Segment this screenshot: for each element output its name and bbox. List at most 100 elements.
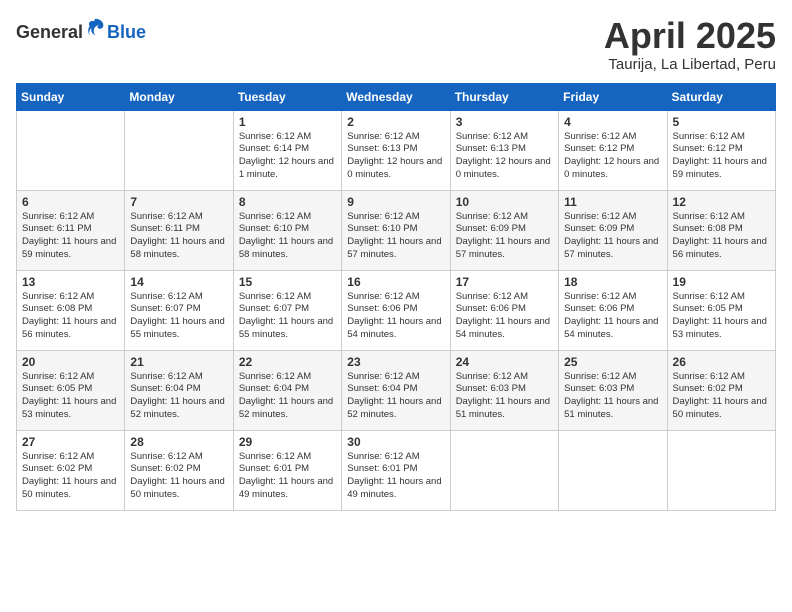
calendar-cell: 12 Sunrise: 6:12 AM Sunset: 6:08 PM Dayli…	[667, 190, 775, 270]
calendar-cell	[17, 110, 125, 190]
day-info: Sunrise: 6:12 AM Sunset: 6:02 PM Dayligh…	[130, 451, 227, 502]
calendar-cell: 13 Sunrise: 6:12 AM Sunset: 6:08 PM Dayli…	[17, 270, 125, 350]
day-number: 22	[239, 355, 336, 369]
calendar-body: 1 Sunrise: 6:12 AM Sunset: 6:14 PM Daylig…	[17, 110, 776, 510]
day-info: Sunrise: 6:12 AM Sunset: 6:01 PM Dayligh…	[239, 451, 336, 502]
day-number: 20	[22, 355, 119, 369]
day-info: Sunrise: 6:12 AM Sunset: 6:14 PM Dayligh…	[239, 131, 336, 182]
calendar-cell: 3 Sunrise: 6:12 AM Sunset: 6:13 PM Daylig…	[450, 110, 558, 190]
day-info: Sunrise: 6:12 AM Sunset: 6:09 PM Dayligh…	[456, 211, 553, 262]
day-info: Sunrise: 6:12 AM Sunset: 6:10 PM Dayligh…	[239, 211, 336, 262]
day-info: Sunrise: 6:12 AM Sunset: 6:08 PM Dayligh…	[673, 211, 770, 262]
calendar-cell	[125, 110, 233, 190]
calendar-cell: 30 Sunrise: 6:12 AM Sunset: 6:01 PM Dayli…	[342, 430, 450, 510]
page-header: General Blue April 2025 Taurija, La Liber…	[16, 16, 776, 73]
day-number: 3	[456, 115, 553, 129]
day-info: Sunrise: 6:12 AM Sunset: 6:06 PM Dayligh…	[456, 291, 553, 342]
weekday-header-wednesday: Wednesday	[342, 83, 450, 110]
calendar-cell: 29 Sunrise: 6:12 AM Sunset: 6:01 PM Dayli…	[233, 430, 341, 510]
weekday-header-row: SundayMondayTuesdayWednesdayThursdayFrid…	[17, 83, 776, 110]
weekday-header-thursday: Thursday	[450, 83, 558, 110]
calendar-cell: 10Sunrise: 6:12 AM Sunset: 6:09 PM Dayli…	[450, 190, 558, 270]
calendar-cell: 26 Sunrise: 6:12 AM Sunset: 6:02 PM Dayli…	[667, 350, 775, 430]
calendar-cell: 16 Sunrise: 6:12 AM Sunset: 6:06 PM Dayli…	[342, 270, 450, 350]
day-info: Sunrise: 6:12 AM Sunset: 6:05 PM Dayligh…	[22, 371, 119, 422]
day-number: 24	[456, 355, 553, 369]
day-info: Sunrise: 6:12 AM Sunset: 6:05 PM Dayligh…	[673, 291, 770, 342]
calendar-table: SundayMondayTuesdayWednesdayThursdayFrid…	[16, 83, 776, 511]
calendar-row-2: 6 Sunrise: 6:12 AM Sunset: 6:11 PM Daylig…	[17, 190, 776, 270]
calendar-row-4: 20 Sunrise: 6:12 AM Sunset: 6:05 PM Dayli…	[17, 350, 776, 430]
day-info: Sunrise: 6:12 AM Sunset: 6:07 PM Dayligh…	[239, 291, 336, 342]
day-number: 9	[347, 195, 444, 209]
calendar-cell	[667, 430, 775, 510]
day-number: 4	[564, 115, 661, 129]
day-info: Sunrise: 6:12 AM Sunset: 6:01 PM Dayligh…	[347, 451, 444, 502]
day-number: 2	[347, 115, 444, 129]
logo-blue: Blue	[107, 22, 146, 42]
month-year-title: April 2025	[604, 16, 776, 56]
day-number: 27	[22, 435, 119, 449]
day-info: Sunrise: 6:12 AM Sunset: 6:12 PM Dayligh…	[564, 131, 661, 182]
day-number: 28	[130, 435, 227, 449]
day-number: 26	[673, 355, 770, 369]
calendar-cell: 14 Sunrise: 6:12 AM Sunset: 6:07 PM Dayli…	[125, 270, 233, 350]
logo-text: General Blue	[16, 16, 146, 43]
day-info: Sunrise: 6:12 AM Sunset: 6:04 PM Dayligh…	[130, 371, 227, 422]
calendar-row-3: 13 Sunrise: 6:12 AM Sunset: 6:08 PM Dayli…	[17, 270, 776, 350]
location-subtitle: Taurija, La Libertad, Peru	[604, 56, 776, 73]
day-number: 12	[673, 195, 770, 209]
calendar-cell	[450, 430, 558, 510]
calendar-cell: 17 Sunrise: 6:12 AM Sunset: 6:06 PM Dayli…	[450, 270, 558, 350]
day-number: 19	[673, 275, 770, 289]
weekday-header-monday: Monday	[125, 83, 233, 110]
day-info: Sunrise: 6:12 AM Sunset: 6:06 PM Dayligh…	[564, 291, 661, 342]
calendar-cell: 8 Sunrise: 6:12 AM Sunset: 6:10 PM Daylig…	[233, 190, 341, 270]
calendar-cell: 22 Sunrise: 6:12 AM Sunset: 6:04 PM Dayli…	[233, 350, 341, 430]
day-info: Sunrise: 6:12 AM Sunset: 6:02 PM Dayligh…	[673, 371, 770, 422]
day-info: Sunrise: 6:12 AM Sunset: 6:10 PM Dayligh…	[347, 211, 444, 262]
day-number: 11	[564, 195, 661, 209]
day-number: 7	[130, 195, 227, 209]
day-info: Sunrise: 6:12 AM Sunset: 6:11 PM Dayligh…	[22, 211, 119, 262]
logo-general: General	[16, 22, 83, 42]
day-number: 16	[347, 275, 444, 289]
day-number: 23	[347, 355, 444, 369]
day-number: 6	[22, 195, 119, 209]
calendar-cell	[559, 430, 667, 510]
logo-bird-icon	[85, 16, 107, 38]
day-info: Sunrise: 6:12 AM Sunset: 6:09 PM Dayligh…	[564, 211, 661, 262]
day-number: 30	[347, 435, 444, 449]
day-info: Sunrise: 6:12 AM Sunset: 6:03 PM Dayligh…	[456, 371, 553, 422]
weekday-header-friday: Friday	[559, 83, 667, 110]
day-number: 14	[130, 275, 227, 289]
day-number: 13	[22, 275, 119, 289]
calendar-cell: 2Sunrise: 6:12 AM Sunset: 6:13 PM Daylig…	[342, 110, 450, 190]
day-number: 1	[239, 115, 336, 129]
day-info: Sunrise: 6:12 AM Sunset: 6:03 PM Dayligh…	[564, 371, 661, 422]
weekday-header-saturday: Saturday	[667, 83, 775, 110]
weekday-header-tuesday: Tuesday	[233, 83, 341, 110]
logo: General Blue	[16, 16, 146, 43]
calendar-cell: 11 Sunrise: 6:12 AM Sunset: 6:09 PM Dayli…	[559, 190, 667, 270]
day-info: Sunrise: 6:12 AM Sunset: 6:04 PM Dayligh…	[239, 371, 336, 422]
day-number: 18	[564, 275, 661, 289]
day-info: Sunrise: 6:12 AM Sunset: 6:07 PM Dayligh…	[130, 291, 227, 342]
calendar-cell: 20 Sunrise: 6:12 AM Sunset: 6:05 PM Dayli…	[17, 350, 125, 430]
calendar-cell: 28 Sunrise: 6:12 AM Sunset: 6:02 PM Dayli…	[125, 430, 233, 510]
calendar-cell: 21Sunrise: 6:12 AM Sunset: 6:04 PM Dayli…	[125, 350, 233, 430]
day-info: Sunrise: 6:12 AM Sunset: 6:04 PM Dayligh…	[347, 371, 444, 422]
day-number: 8	[239, 195, 336, 209]
day-info: Sunrise: 6:12 AM Sunset: 6:02 PM Dayligh…	[22, 451, 119, 502]
day-info: Sunrise: 6:12 AM Sunset: 6:12 PM Dayligh…	[673, 131, 770, 182]
day-number: 25	[564, 355, 661, 369]
day-number: 17	[456, 275, 553, 289]
calendar-row-1: 1 Sunrise: 6:12 AM Sunset: 6:14 PM Daylig…	[17, 110, 776, 190]
day-number: 29	[239, 435, 336, 449]
day-info: Sunrise: 6:12 AM Sunset: 6:13 PM Dayligh…	[456, 131, 553, 182]
calendar-cell: 24 Sunrise: 6:12 AM Sunset: 6:03 PM Dayli…	[450, 350, 558, 430]
calendar-cell: 25 Sunrise: 6:12 AM Sunset: 6:03 PM Dayli…	[559, 350, 667, 430]
day-info: Sunrise: 6:12 AM Sunset: 6:08 PM Dayligh…	[22, 291, 119, 342]
day-info: Sunrise: 6:12 AM Sunset: 6:06 PM Dayligh…	[347, 291, 444, 342]
weekday-header-sunday: Sunday	[17, 83, 125, 110]
